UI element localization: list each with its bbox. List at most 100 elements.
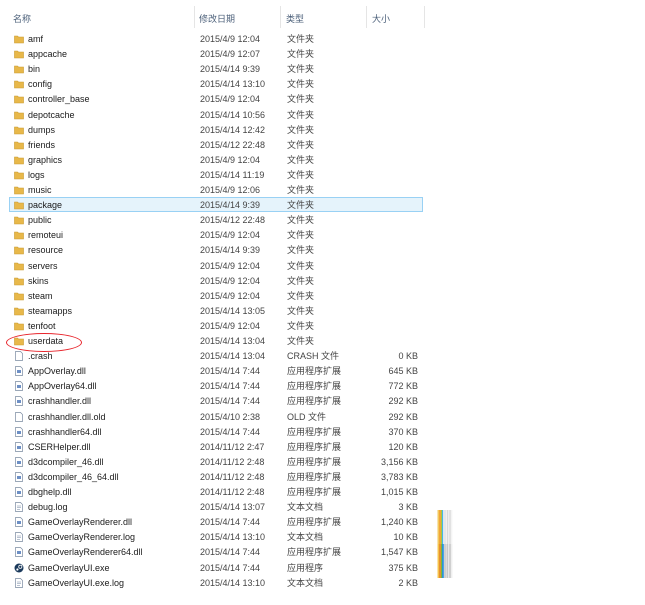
file-name: AppOverlay64.dll <box>28 381 97 392</box>
file-type: CRASH 文件 <box>287 351 340 362</box>
dll-icon <box>14 366 24 377</box>
file-row[interactable]: CSERHelper.dll 2014/11/12 2:47 应用程序扩展 120 K… <box>9 439 423 454</box>
file-row[interactable]: AppOverlay.dll 2015/4/14 7:44 应用程序扩展 645 KB <box>9 363 423 378</box>
file-type: 应用程序扩展 <box>287 487 342 497</box>
column-header-size[interactable]: 大小 <box>372 12 390 25</box>
file-row[interactable]: config 2015/4/14 13:10 文件夹 <box>9 76 423 91</box>
file-type: 应用程序扩展 <box>287 396 342 407</box>
file-row[interactable]: appcache 2015/4/9 12:07 文件夹 <box>9 46 423 61</box>
file-type: 应用程序扩展 <box>287 426 342 437</box>
file-name: AppOverlay.dll <box>28 366 86 377</box>
file-row[interactable]: userdata 2015/4/14 13:04 文件夹 <box>9 333 423 348</box>
file-row[interactable]: resource 2015/4/14 9:39 文件夹 <box>9 242 423 257</box>
file-row[interactable]: steamapps 2015/4/14 13:05 文件夹 <box>9 303 423 318</box>
file-size: 645 KB <box>388 366 418 377</box>
file-row[interactable]: GameOverlayUI.exe.log 2015/4/14 13:10 文本文档… <box>9 575 423 590</box>
file-row[interactable]: servers 2015/4/9 12:04 文件夹 <box>9 258 423 273</box>
file-name: steamapps <box>28 305 73 316</box>
folder-icon <box>14 155 24 165</box>
file-type: 应用程序扩展 <box>287 381 342 392</box>
file-row[interactable]: package 2015/4/14 9:39 文件夹 <box>9 197 423 213</box>
file-type: 文件夹 <box>287 94 315 105</box>
file-type: 文本文档 <box>287 532 324 543</box>
file-date: 2015/4/14 7:44 <box>200 547 261 558</box>
file-row[interactable]: crashhandler.dll.old 2015/4/10 2:38 OLD 文件… <box>9 409 423 424</box>
column-divider[interactable] <box>366 6 367 28</box>
folder-icon <box>14 94 24 104</box>
file-row[interactable]: bin 2015/4/14 9:39 文件夹 <box>9 61 423 76</box>
file-row[interactable]: music 2015/4/9 12:06 文件夹 <box>9 182 423 197</box>
file-row[interactable]: d3dcompiler_46.dll 2014/11/12 2:48 应用程序扩展 3… <box>9 454 423 469</box>
file-row[interactable]: remoteui 2015/4/9 12:04 文件夹 <box>9 227 423 242</box>
file-date: 2015/4/14 13:04 <box>200 351 266 362</box>
folder-icon <box>14 276 24 286</box>
file-row[interactable]: GameOverlayRenderer64.dll 2015/4/14 7:44 应… <box>9 544 423 559</box>
file-date: 2015/4/9 12:07 <box>200 49 261 60</box>
file-date: 2015/4/9 12:04 <box>200 320 261 331</box>
file-row[interactable]: dbghelp.dll 2014/11/12 2:48 应用程序扩展 1,015 KB <box>9 484 423 499</box>
column-header-name[interactable]: 名称 <box>13 12 31 25</box>
file-name: tenfoot <box>28 320 56 331</box>
file-row[interactable]: GameOverlayRenderer.log 2015/4/14 13:10 文本… <box>9 529 423 544</box>
file-size: 292 KB <box>388 411 418 422</box>
column-header-bar: 名称 修改日期 类型 大小 <box>0 0 430 30</box>
file-size: 0 KB <box>398 351 418 362</box>
file-row[interactable]: logs 2015/4/14 11:19 文件夹 <box>9 167 423 182</box>
file-date: 2015/4/9 12:06 <box>200 185 261 195</box>
file-type: 文件夹 <box>287 215 315 226</box>
file-name: controller_base <box>28 94 90 105</box>
file-name: logs <box>28 169 45 180</box>
folder-icon <box>14 185 24 195</box>
file-date: 2015/4/14 11:19 <box>200 169 265 180</box>
folder-icon <box>14 49 24 59</box>
file-date: 2015/4/9 12:04 <box>200 275 261 286</box>
file-row[interactable]: GameOverlayRenderer.dll 2015/4/14 7:44 应用程… <box>9 514 423 529</box>
file-row[interactable]: controller_base 2015/4/9 12:04 文件夹 <box>9 91 423 106</box>
column-divider[interactable] <box>424 6 425 28</box>
file-row[interactable]: friends 2015/4/12 22:48 文件夹 <box>9 137 423 152</box>
file-date: 2015/4/9 12:04 <box>200 230 261 241</box>
file-row[interactable]: d3dcompiler_46_64.dll 2014/11/12 2:48 应用程序… <box>9 469 423 484</box>
file-type: 文件夹 <box>287 230 315 241</box>
file-row[interactable]: depotcache 2015/4/14 10:56 文件夹 <box>9 107 423 122</box>
column-header-date[interactable]: 修改日期 <box>199 12 235 25</box>
file-row[interactable]: crashhandler.dll 2015/4/14 7:44 应用程序扩展 292 … <box>9 393 423 408</box>
file-type: 文件夹 <box>287 245 315 256</box>
file-row[interactable]: graphics 2015/4/9 12:04 文件夹 <box>9 152 423 167</box>
file-name: GameOverlayRenderer.dll <box>28 517 133 528</box>
file-row[interactable]: crashhandler64.dll 2015/4/14 7:44 应用程序扩展 37… <box>9 424 423 439</box>
file-type: 应用程序扩展 <box>287 366 342 377</box>
file-name: dbghelp.dll <box>28 487 72 497</box>
file-name: graphics <box>28 154 63 165</box>
dll-icon <box>14 517 24 528</box>
file-icon <box>14 411 24 422</box>
pixelated-watermark <box>437 510 645 578</box>
file-type: 应用程序 <box>287 562 324 573</box>
file-date: 2015/4/14 9:39 <box>200 200 261 211</box>
file-name: bin <box>28 64 41 75</box>
file-size: 10 KB <box>393 532 418 543</box>
file-type: 应用程序扩展 <box>287 441 342 452</box>
file-row[interactable]: skins 2015/4/9 12:04 文件夹 <box>9 273 423 288</box>
column-header-type[interactable]: 类型 <box>286 12 304 25</box>
file-row[interactable]: GameOverlayUI.exe 2015/4/14 7:44 应用程序 375 K… <box>9 560 423 575</box>
column-divider[interactable] <box>194 6 195 28</box>
file-size: 772 KB <box>388 381 418 392</box>
folder-icon <box>14 110 24 120</box>
file-row[interactable]: public 2015/4/12 22:48 文件夹 <box>9 212 423 227</box>
file-row[interactable]: tenfoot 2015/4/9 12:04 文件夹 <box>9 318 423 333</box>
file-row[interactable]: debug.log 2015/4/14 13:07 文本文档 3 KB <box>9 499 423 514</box>
file-row[interactable]: steam 2015/4/9 12:04 文件夹 <box>9 288 423 303</box>
column-divider[interactable] <box>280 6 281 28</box>
file-row[interactable]: .crash 2015/4/14 13:04 CRASH 文件 0 KB <box>9 348 423 363</box>
file-row[interactable]: dumps 2015/4/14 12:42 文件夹 <box>9 122 423 137</box>
file-name: .crash <box>28 351 53 362</box>
file-name: steam <box>28 290 53 301</box>
file-name: appcache <box>28 49 68 60</box>
folder-icon <box>14 336 24 346</box>
steam-icon <box>14 563 24 573</box>
file-date: 2015/4/14 7:44 <box>200 396 261 407</box>
file-row[interactable]: amf 2015/4/9 12:04 文件夹 <box>9 31 423 46</box>
file-date: 2015/4/14 13:10 <box>200 577 266 588</box>
file-row[interactable]: AppOverlay64.dll 2015/4/14 7:44 应用程序扩展 772 … <box>9 378 423 393</box>
